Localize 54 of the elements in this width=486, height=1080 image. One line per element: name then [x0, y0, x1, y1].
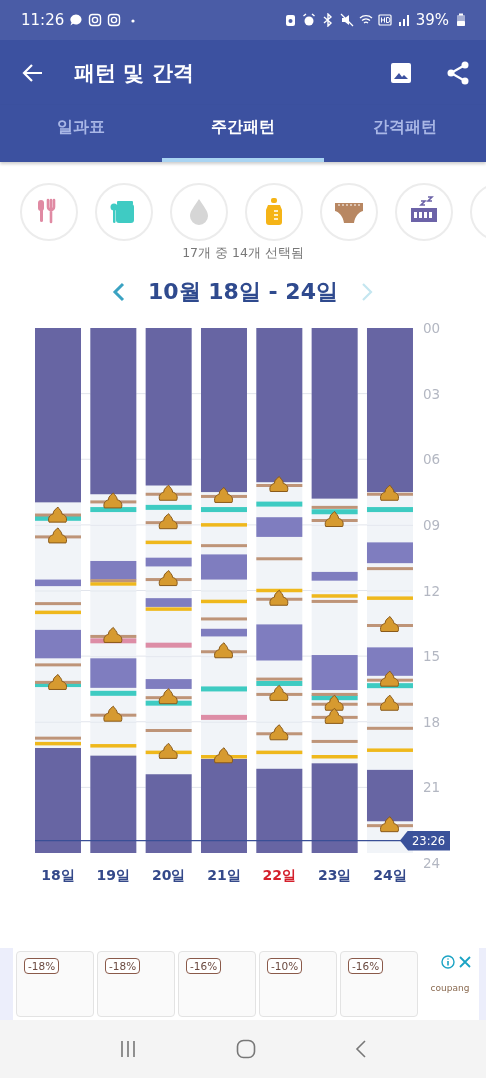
back-chevron-icon — [354, 1040, 367, 1058]
hour-label: 03 — [423, 385, 441, 402]
back-button[interactable] — [22, 61, 44, 84]
ad-panel[interactable]: -18% -18% -16% -10% -16% coupang — [13, 948, 479, 1020]
photo-placeholder[interactable]: -18% — [97, 951, 175, 1017]
discount-badge: -10% — [267, 958, 303, 974]
hour-label: 15 — [423, 648, 441, 665]
alarm-icon — [301, 13, 316, 27]
discount-badge: -18% — [105, 958, 141, 974]
week-range: 10월 18일 - 24일 — [148, 278, 338, 306]
day-label: 21일 — [206, 867, 242, 885]
day-label: 24일 — [372, 867, 408, 885]
tab[interactable]: 일과표 — [0, 105, 162, 162]
status-time: 11:26 — [21, 11, 65, 29]
selection-summary: 17개 중 14개 선택됨 — [181, 245, 305, 262]
hour-label: 21 — [423, 779, 441, 796]
hd-icon — [377, 13, 392, 27]
hour-label: 06 — [423, 451, 441, 468]
photo-placeholder[interactable]: -16% — [178, 951, 256, 1017]
discount-badge: -18% — [24, 958, 60, 974]
signal-icon — [396, 13, 411, 27]
home-icon — [236, 1039, 256, 1059]
previous-week-button[interactable] — [112, 282, 126, 302]
screen-title: 패턴 및 간격 — [74, 59, 195, 87]
share-button[interactable] — [446, 60, 470, 85]
hour-label: 09 — [423, 516, 441, 533]
hour-label: 00 — [423, 320, 441, 336]
camera-icon — [88, 13, 103, 27]
brand-name: coupang — [430, 983, 470, 993]
hour-label: 24 — [423, 855, 441, 871]
hour-label: 18 — [423, 713, 441, 730]
hour-label: 12 — [423, 582, 441, 599]
discount-badge: -16% — [348, 958, 384, 974]
recent-apps-icon — [119, 1040, 138, 1058]
mute-icon — [339, 13, 354, 27]
discount-badge: -16% — [186, 958, 222, 974]
tab[interactable]: 간격패턴 — [324, 105, 486, 162]
photo-placeholder[interactable]: -18% — [16, 951, 94, 1017]
info-icon[interactable] — [440, 955, 455, 969]
battery-percent: 39% — [415, 11, 449, 29]
camera-icon — [107, 13, 122, 27]
day-label: 18일 — [40, 867, 76, 885]
photo-placeholder[interactable]: -10% — [259, 951, 337, 1017]
day-label: 23일 — [316, 867, 353, 885]
tab[interactable]: 주간패턴 — [162, 105, 324, 162]
battery-icon — [454, 13, 468, 27]
day-label: 22일 — [261, 867, 298, 885]
chat-bubble-icon — [69, 13, 84, 27]
close-icon[interactable] — [457, 955, 472, 969]
current-time-badge: 23:26 — [400, 830, 451, 851]
day-label: 20일 — [150, 867, 187, 885]
day-label: 19일 — [95, 867, 132, 885]
photo-placeholder[interactable]: -16% — [340, 951, 418, 1017]
image-button[interactable] — [390, 61, 412, 84]
